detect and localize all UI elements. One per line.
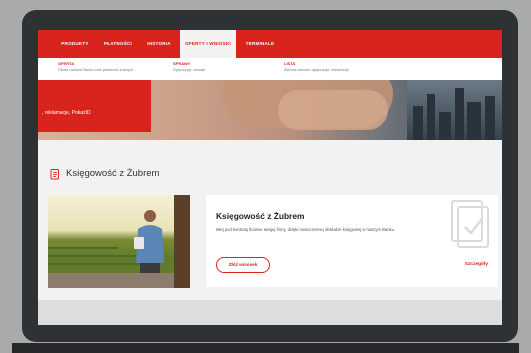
skyline-building [439,112,451,140]
skyline-building [485,96,495,140]
dropdown-column-lista[interactable]: LISTA Złożone wnioski, dyspozycje, rekla… [284,61,349,72]
dropdown-column-sprawy[interactable]: SPRAWY Dyspozycje, wnioski [173,61,205,72]
skyline-building [455,88,464,140]
skyline-building [467,102,481,140]
wooden-post [174,195,190,288]
person-illustration [134,210,164,273]
card-description: Miej pod kontrolą finanse swojej firmy, … [216,227,396,232]
field-row [48,247,118,249]
main-navigation: PRODUKTY PŁATNOŚCI HISTORIA OFERTY I WNI… [38,30,502,60]
skyline-building [427,94,435,140]
nav-item-terminale[interactable]: TERMINALE [240,30,280,58]
document-check-icon [451,200,489,248]
nav-item-historia[interactable]: HISTORIA [140,30,178,58]
dropdown-title: SPRAWY [173,61,191,66]
wooden-table [48,273,190,288]
dropdown-desc: Złożone wnioski, dyspozycje, reklamacje [284,68,349,72]
field-row [48,255,138,257]
hero-hand-shape [278,90,388,130]
hero-card-text: , reklamacje, PokażID [42,110,91,116]
offer-card: Księgowość z Żubrem Miej pod kontrolą fi… [206,195,498,287]
dropdown-desc: Oferta i wnioski Banku oraz partnerów zn… [58,68,137,72]
hero-city-skyline [407,80,502,140]
hero-red-card[interactable]: , reklamacje, PokażID [38,80,151,132]
submit-application-button[interactable]: Złóż wniosek [216,257,270,273]
skyline-building [413,106,423,140]
nav-item-produkty[interactable]: PRODUKTY [54,30,96,58]
dropdown-title: LISTA [284,61,296,66]
browser-screen: PRODUKTY PŁATNOŚCI HISTORIA OFERTY I WNI… [38,30,502,325]
offers-dropdown-menu: OFERTA Oferta i wnioski Banku oraz partn… [38,58,502,80]
laptop-base [12,343,519,353]
promo-photo-man-with-tablet [48,195,190,288]
section-title: Księgowość z Żubrem [66,168,160,179]
nav-item-platnosci[interactable]: PŁATNOŚCI [98,30,138,58]
card-title: Księgowość z Żubrem [216,211,305,221]
dropdown-column-oferta[interactable]: OFERTA Oferta i wnioski Banku oraz partn… [58,61,136,72]
dropdown-desc: Dyspozycje, wnioski [173,68,206,72]
page-footer-strip [38,300,502,325]
dropdown-title: OFERTA [58,61,75,66]
details-link[interactable]: Szczegóły [465,262,488,267]
document-icon [50,169,59,180]
nav-item-oferty-i-wnioski[interactable]: OFERTY I WNIOSKI [180,30,236,60]
